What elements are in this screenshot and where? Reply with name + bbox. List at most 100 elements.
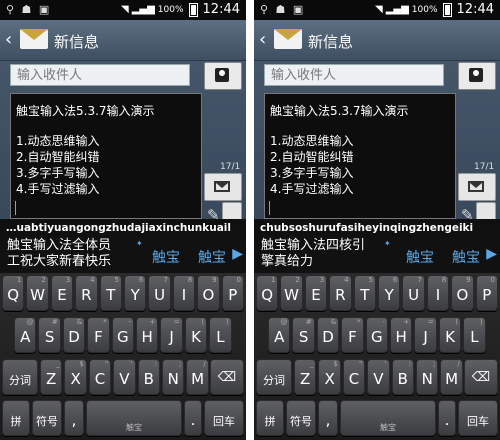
key-w[interactable]: 2W <box>280 275 303 311</box>
key-v[interactable]: ' V <box>367 359 390 395</box>
recipient-input[interactable]: 输入收件人 <box>10 64 190 86</box>
key-q[interactable]: 1Q <box>2 275 25 311</box>
pinyin-mode-key[interactable]: 拼 <box>256 400 284 436</box>
key-t[interactable]: 5T <box>353 275 376 311</box>
symbols-key[interactable]: 符号 <box>286 400 316 436</box>
enter-key[interactable]: 回车 <box>458 400 498 436</box>
key-r[interactable]: 4R <box>329 275 352 311</box>
key-j[interactable]: = J <box>414 317 437 353</box>
key-e[interactable]: 3E <box>304 275 328 311</box>
key-v[interactable]: ' V <box>113 359 136 395</box>
space-key[interactable]: 触宝 <box>86 400 182 436</box>
key-o[interactable]: 9O <box>197 275 220 311</box>
send-button[interactable] <box>458 173 496 201</box>
key-z[interactable]: _ Z <box>294 359 317 395</box>
backspace-key[interactable]: ⌫ <box>210 359 244 395</box>
key-hint: ) <box>225 318 229 326</box>
key-f[interactable]: * F <box>341 317 364 353</box>
period-key[interactable]: . <box>184 400 202 436</box>
key-j[interactable]: = J <box>160 317 183 353</box>
key-label: N <box>167 370 179 388</box>
key-g[interactable]: -G <box>111 317 134 353</box>
key-k[interactable]: (K <box>184 317 208 353</box>
key-p[interactable]: 0P <box>221 275 244 311</box>
add-contact-button[interactable] <box>204 62 242 90</box>
period-key[interactable]: . <box>438 400 456 436</box>
key-l[interactable]: ) L <box>463 317 486 353</box>
key-hint: " <box>104 360 109 368</box>
keyboard: 1 Q 2 W 3 E 4 R 5 T 6 Y 7 U 8 I 9 O 0 P @ A # S & D * F - G + H = J(K) L 分词… <box>0 273 246 440</box>
main-candidate[interactable]: 触宝输入法四核引 擎真给力 <box>261 238 365 270</box>
text-cursor <box>15 201 16 215</box>
message-app-icon[interactable] <box>20 29 48 49</box>
key-k[interactable]: (K <box>438 317 462 353</box>
key-a[interactable]: @ A <box>268 317 291 353</box>
key-p[interactable]: 0P <box>475 275 498 311</box>
main-candidate[interactable]: 触宝输入法全体员 工祝大家新春快乐 <box>7 238 111 270</box>
key-d[interactable]: & D <box>62 317 86 353</box>
key-b[interactable]: :B <box>137 359 160 395</box>
key-b[interactable]: :B <box>391 359 414 395</box>
key-o[interactable]: 9O <box>451 275 474 311</box>
candidate[interactable]: 触宝 <box>198 247 226 267</box>
key-hint: 8 <box>441 276 447 284</box>
key-g[interactable]: -G <box>365 317 388 353</box>
more-candidates-icon[interactable]: ▶ <box>486 246 497 262</box>
key-c[interactable]: " C <box>88 359 112 395</box>
key-u[interactable]: 7U <box>148 275 171 311</box>
key-s[interactable]: # S <box>292 317 315 353</box>
key-x[interactable]: $ X <box>64 359 87 395</box>
key-z[interactable]: _ Z <box>40 359 63 395</box>
segment-key[interactable]: 分词 <box>2 359 38 395</box>
key-l[interactable]: ) L <box>209 317 232 353</box>
key-y[interactable]: 6Y <box>378 275 401 311</box>
key-d[interactable]: & D <box>316 317 340 353</box>
recipient-input[interactable]: 输入收件人 <box>264 64 444 86</box>
message-app-icon[interactable] <box>274 29 302 49</box>
back-icon[interactable]: ‹ <box>259 29 266 50</box>
key-u[interactable]: 7U <box>402 275 425 311</box>
key-x[interactable]: $ X <box>318 359 341 395</box>
segment-key[interactable]: 分词 <box>256 359 292 395</box>
key-t[interactable]: 5T <box>99 275 122 311</box>
symbols-key[interactable]: 符号 <box>32 400 62 436</box>
key-hint: 3 <box>319 276 325 284</box>
key-y[interactable]: 6Y <box>124 275 147 311</box>
key-n[interactable]: ; N <box>416 359 439 395</box>
candidate[interactable]: 触宝 <box>406 247 434 267</box>
comma-key[interactable]: , <box>318 400 338 436</box>
key-c[interactable]: " C <box>342 359 366 395</box>
candidate[interactable]: 触宝 <box>452 247 480 267</box>
key-q[interactable]: 1Q <box>256 275 279 311</box>
key-hint: 5 <box>114 276 119 284</box>
key-i[interactable]: 8I <box>426 275 450 311</box>
enter-key[interactable]: 回车 <box>204 400 244 436</box>
candidate[interactable]: 触宝 <box>152 247 180 267</box>
message-input[interactable]: 触宝输入法5.3.7输入演示 1.动态思维输入 2.自动智能纠错 3.多字手写输… <box>264 93 456 219</box>
candidate-bar: 触宝输入法四核引 擎真给力 ✦ 触宝 触宝 ▶ <box>254 237 500 273</box>
backspace-key[interactable]: ⌫ <box>464 359 498 395</box>
key-m[interactable]: / M <box>440 359 463 395</box>
pinyin-mode-key[interactable]: 拼 <box>2 400 30 436</box>
key-n[interactable]: ; N <box>162 359 185 395</box>
add-contact-button[interactable] <box>458 62 496 90</box>
key-w[interactable]: 2W <box>26 275 49 311</box>
space-key[interactable]: 触宝 <box>340 400 436 436</box>
key-label: ⌫ <box>217 370 237 385</box>
key-s[interactable]: # S <box>38 317 61 353</box>
more-candidates-icon[interactable]: ▶ <box>232 246 243 262</box>
send-button[interactable] <box>204 173 242 201</box>
comma-key[interactable]: , <box>64 400 84 436</box>
key-h[interactable]: + H <box>390 317 413 353</box>
key-m[interactable]: / M <box>186 359 209 395</box>
key-e[interactable]: 3E <box>50 275 74 311</box>
key-f[interactable]: * F <box>87 317 110 353</box>
back-icon[interactable]: ‹ <box>5 29 12 50</box>
key-h[interactable]: + H <box>136 317 159 353</box>
message-input[interactable]: 触宝输入法5.3.7输入演示 1.动态思维输入 2.自动智能纠错 3.多字手写输… <box>10 93 202 219</box>
key-hint: ) <box>479 318 483 326</box>
key-r[interactable]: 4R <box>75 275 98 311</box>
contact-icon <box>469 68 483 82</box>
key-i[interactable]: 8I <box>172 275 196 311</box>
key-a[interactable]: @ A <box>14 317 37 353</box>
